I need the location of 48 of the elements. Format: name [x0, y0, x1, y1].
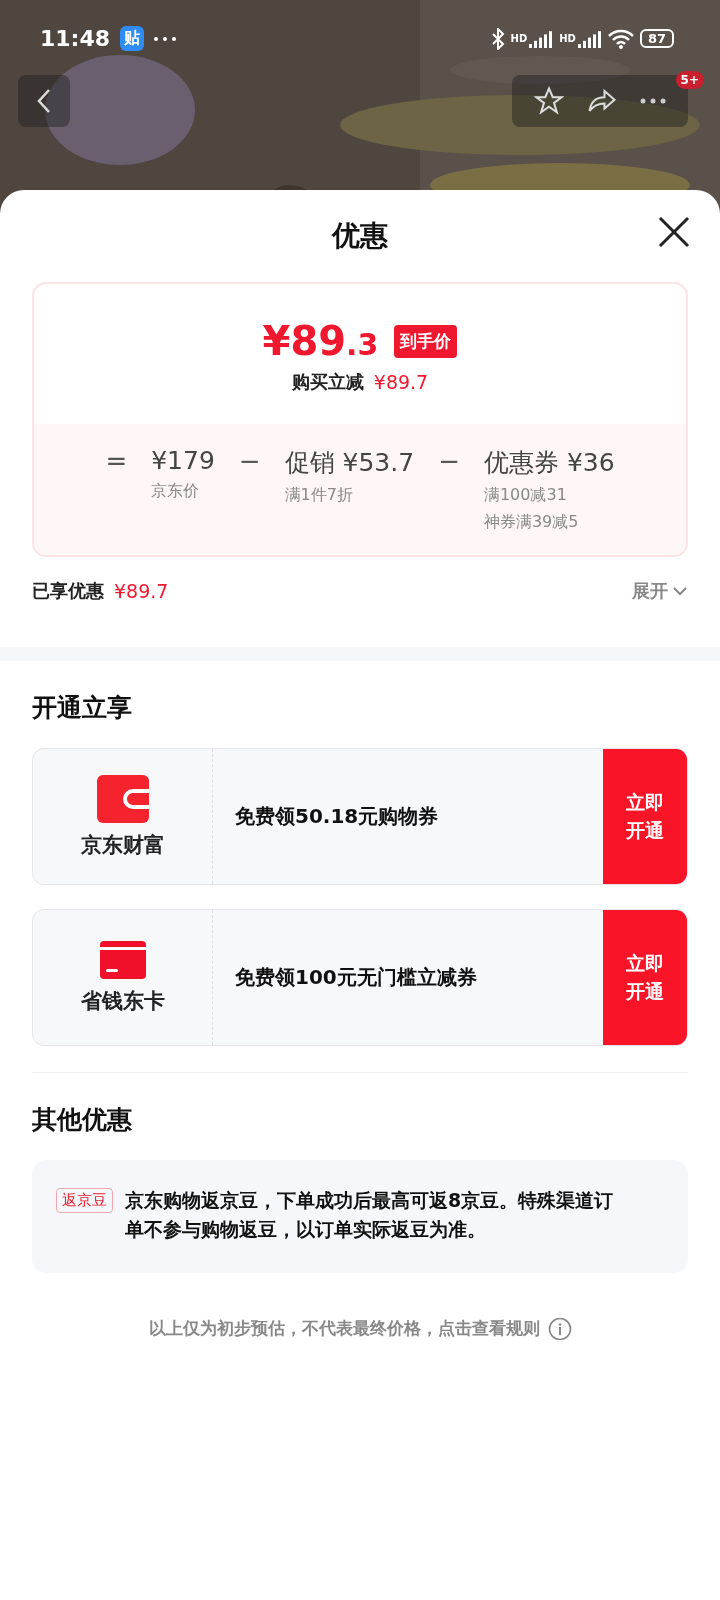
app-badge: 贴 — [120, 26, 145, 51]
final-price: ¥89.3 — [262, 318, 379, 364]
term-note: 满100减31 — [483, 485, 568, 506]
term-amount: ¥179 — [151, 446, 215, 475]
open-button[interactable]: 立即开通 — [603, 749, 687, 884]
offer-text: 免费领50.18元购物券 — [234, 803, 440, 830]
offer-name: 省钱东卡 — [80, 987, 165, 1015]
network-label: HD — [559, 33, 576, 44]
network-label: HD — [510, 33, 528, 44]
term-amount: 促销 ¥53.7 — [284, 447, 415, 479]
chevron-down-icon — [672, 586, 688, 596]
operator: − — [438, 446, 460, 478]
term-note: 京东价 — [151, 481, 201, 502]
offer-name: 京东财富 — [80, 831, 165, 859]
section-title: 其他优惠 — [31, 1104, 133, 1136]
operator: = — [105, 446, 128, 478]
section-title: 开通立享 — [31, 692, 133, 724]
term-amount: 优惠券 ¥36 — [483, 447, 615, 479]
info-icon[interactable] — [547, 1316, 572, 1341]
back-button[interactable] — [18, 75, 70, 127]
signal-icon — [529, 29, 554, 48]
more-icon — [154, 36, 177, 41]
offer-text: 免费领100元无门槛立减券 — [234, 964, 478, 991]
bean-tag: 返京豆 — [56, 1188, 113, 1213]
open-button[interactable]: 立即开通 — [603, 910, 687, 1045]
reduce-label: 购买立减 — [291, 370, 364, 394]
enjoyed-label: 已享优惠 — [32, 579, 104, 603]
wifi-icon — [607, 28, 634, 49]
signal-icon — [577, 29, 602, 48]
info-text: 京东购物返京豆，下单成功后最高可返8京豆。特殊渠道订单不参与购物返豆，以订单实际返豆为准。 — [125, 1188, 615, 1243]
status-time: 11:48 — [40, 26, 111, 51]
close-button[interactable] — [658, 216, 690, 248]
wallet-icon — [96, 774, 149, 823]
bluetooth-icon — [490, 27, 505, 50]
price-tag: 到手价 — [394, 324, 458, 358]
card-icon — [99, 940, 146, 979]
sheet-title: 优惠 — [332, 218, 388, 254]
star-icon[interactable] — [533, 86, 564, 116]
expand-button[interactable]: 展开 — [632, 579, 688, 603]
more-icon[interactable] — [640, 98, 667, 104]
enjoyed-amount: ¥89.7 — [114, 580, 169, 602]
back-icon — [36, 88, 52, 114]
term-note: 满1件7折 — [284, 485, 354, 506]
reduce-amount: ¥89.7 — [373, 371, 429, 393]
disclaimer-text[interactable]: 以上仅为初步预估，不代表最终价格，点击查看规则 — [148, 1317, 540, 1341]
term-note: 神券满39减5 — [483, 512, 580, 533]
operator: − — [238, 446, 261, 478]
battery-indicator: 87 — [639, 29, 674, 48]
